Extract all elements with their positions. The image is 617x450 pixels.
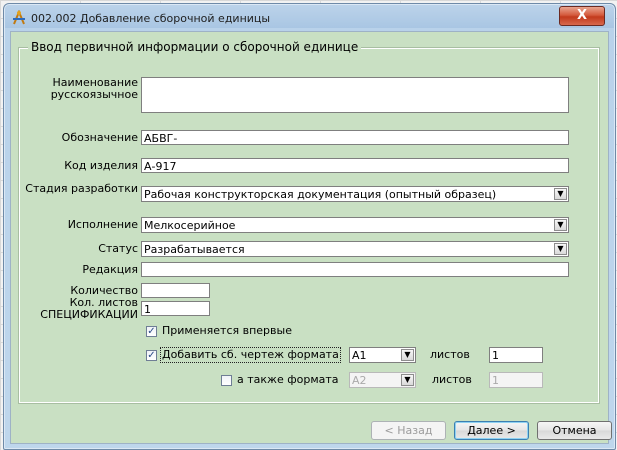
cancel-button[interactable]: Отмена (537, 421, 612, 440)
check-icon: ✓ (147, 350, 156, 361)
dialog-window: 002.002 Добавление сборочной единицы X В… (3, 3, 616, 450)
also-sheets-label: листов (432, 373, 472, 386)
edition-input[interactable] (141, 262, 569, 277)
chevron-down-icon[interactable]: ▼ (554, 243, 567, 255)
status-select[interactable]: Разрабатывается ▼ (141, 241, 569, 257)
execution-label: Исполнение (67, 218, 138, 231)
edition-label: Редакция (82, 263, 138, 276)
status-label: Статус (98, 242, 138, 255)
quantity-input[interactable] (141, 283, 210, 298)
group-legend: Ввод первичной информации о сборочной ед… (28, 40, 362, 54)
add-drawing-sheets-label: листов (430, 348, 470, 361)
also-format-checkbox[interactable] (221, 375, 232, 386)
add-drawing-label[interactable]: Добавить сб. чертеж формата (160, 347, 341, 363)
designation-label: Обозначение (61, 131, 138, 144)
spec-sheets-label: Кол. листов СПЕЦИФИКАЦИИ (40, 296, 138, 321)
also-sheets-input[interactable]: 1 (489, 372, 543, 388)
add-drawing-format-select[interactable]: А1 ▼ (349, 347, 416, 363)
chevron-down-icon[interactable]: ▼ (554, 219, 567, 231)
status-value: Разрабатывается (144, 243, 245, 256)
dialog-client-area: Ввод первичной информации о сборочной ед… (10, 31, 612, 444)
stage-label: Стадия разработки (25, 182, 138, 195)
designation-input[interactable]: АБВГ- (141, 130, 569, 145)
check-icon: ✓ (147, 326, 156, 337)
title-bar[interactable]: 002.002 Добавление сборочной единицы X (4, 4, 615, 31)
chevron-down-icon[interactable]: ▼ (554, 188, 567, 200)
also-format-select[interactable]: А2 ▼ (349, 372, 416, 388)
execution-value: Мелкосерийное (144, 219, 236, 232)
spec-sheets-input[interactable]: 1 (141, 301, 210, 316)
chevron-down-icon[interactable]: ▼ (401, 349, 414, 361)
compass-tools-icon (13, 10, 25, 25)
next-button[interactable]: Далее > (454, 421, 529, 440)
stage-value: Рабочая конструкторская документация (оп… (144, 188, 497, 201)
back-button[interactable]: < Назад (371, 421, 446, 440)
execution-select[interactable]: Мелкосерийное ▼ (141, 217, 569, 233)
primary-info-group: Ввод первичной информации о сборочной ед… (18, 40, 600, 404)
first-use-label[interactable]: Применяется впервые (162, 325, 292, 337)
window-title: 002.002 Добавление сборочной единицы (31, 12, 271, 25)
add-drawing-format-value: А1 (352, 349, 367, 362)
product-code-label: Код изделия (64, 159, 138, 172)
add-drawing-sheets-input[interactable]: 1 (489, 347, 543, 363)
also-format-value: А2 (352, 374, 367, 387)
name-input[interactable] (141, 77, 569, 113)
name-label: Наименование русскоязычное (50, 76, 138, 101)
close-button[interactable]: X (559, 6, 605, 26)
also-format-label[interactable]: а также формата (237, 374, 339, 386)
stage-select[interactable]: Рабочая конструкторская документация (оп… (141, 186, 569, 202)
add-drawing-checkbox[interactable]: ✓ (146, 350, 157, 361)
product-code-input[interactable]: А-917 (141, 158, 569, 173)
chevron-down-icon[interactable]: ▼ (401, 374, 414, 386)
first-use-checkbox[interactable]: ✓ (146, 326, 157, 337)
